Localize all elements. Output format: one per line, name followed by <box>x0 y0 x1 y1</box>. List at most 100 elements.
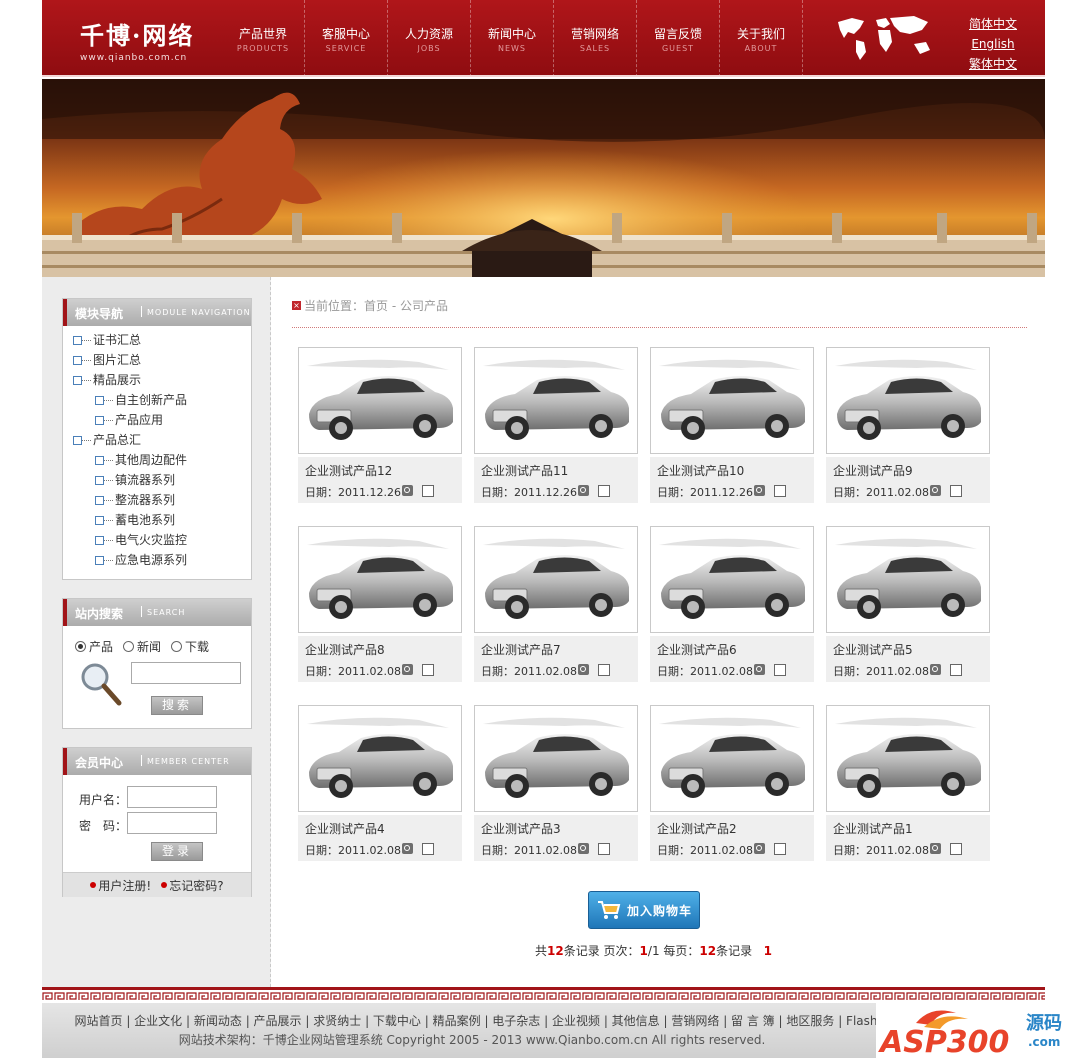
module-nav-item[interactable]: 产品总汇 <box>71 430 251 450</box>
product-image[interactable] <box>826 705 990 812</box>
search-type-radio[interactable]: 产品 <box>75 638 113 655</box>
module-nav-item[interactable]: 应急电源系列 <box>93 550 251 570</box>
zoom-icon[interactable] <box>930 664 941 675</box>
module-nav-item[interactable]: 自主创新产品 <box>93 390 251 410</box>
nav-item-service[interactable]: 客服中心 SERVICE <box>305 0 388 77</box>
register-link[interactable]: 用户注册! <box>90 877 151 894</box>
module-nav-item[interactable]: 精品展示 <box>71 370 251 390</box>
module-nav-item[interactable]: 产品应用 <box>93 410 251 430</box>
module-nav-item[interactable]: 图片汇总 <box>71 350 251 370</box>
product-card[interactable]: 企业测试产品8 日期：2011.02.08 <box>298 526 462 682</box>
search-type-radio[interactable]: 新闻 <box>123 638 161 655</box>
zoom-icon[interactable] <box>578 843 589 854</box>
product-card[interactable]: 企业测试产品6 日期：2011.02.08 <box>650 526 814 682</box>
zoom-icon[interactable] <box>578 664 589 675</box>
product-name[interactable]: 企业测试产品3 <box>481 820 561 837</box>
footer-link[interactable]: 精品案例 <box>433 1014 481 1028</box>
product-name[interactable]: 企业测试产品1 <box>833 820 913 837</box>
pager-page-link[interactable]: 1 <box>764 944 772 958</box>
product-image[interactable] <box>826 526 990 633</box>
product-name[interactable]: 企业测试产品7 <box>481 641 561 658</box>
product-checkbox[interactable] <box>598 485 610 497</box>
product-image[interactable] <box>650 347 814 454</box>
footer-link[interactable]: 产品展示 <box>254 1014 302 1028</box>
product-checkbox[interactable] <box>774 843 786 855</box>
product-image[interactable] <box>474 347 638 454</box>
product-checkbox[interactable] <box>422 485 434 497</box>
footer-link[interactable]: 网站首页 <box>74 1014 122 1028</box>
product-name[interactable]: 企业测试产品8 <box>305 641 385 658</box>
product-image[interactable] <box>298 705 462 812</box>
zoom-icon[interactable] <box>754 664 765 675</box>
module-nav-item[interactable]: 镇流器系列 <box>93 470 251 490</box>
product-image[interactable] <box>298 347 462 454</box>
search-button[interactable]: 搜索 <box>151 696 203 715</box>
product-card[interactable]: 企业测试产品7 日期：2011.02.08 <box>474 526 638 682</box>
product-name[interactable]: 企业测试产品11 <box>481 462 568 479</box>
product-card[interactable]: 企业测试产品3 日期：2011.02.08 <box>474 705 638 861</box>
module-nav-item[interactable]: 整流器系列 <box>93 490 251 510</box>
product-image[interactable] <box>826 347 990 454</box>
zoom-icon[interactable] <box>402 485 413 496</box>
product-card[interactable]: 企业测试产品10 日期：2011.12.26 <box>650 347 814 503</box>
nav-item-sales[interactable]: 营销网络 SALES <box>554 0 637 77</box>
zoom-icon[interactable] <box>930 843 941 854</box>
footer-link[interactable]: 其他信息 <box>612 1014 660 1028</box>
zoom-icon[interactable] <box>402 843 413 854</box>
zoom-icon[interactable] <box>754 485 765 496</box>
language-link[interactable]: 繁体中文 <box>962 54 1024 74</box>
nav-item-news[interactable]: 新闻中心 NEWS <box>471 0 554 77</box>
nav-item-jobs[interactable]: 人力资源 JOBS <box>388 0 471 77</box>
footer-link[interactable]: 新闻动态 <box>194 1014 242 1028</box>
product-name[interactable]: 企业测试产品9 <box>833 462 913 479</box>
product-name[interactable]: 企业测试产品4 <box>305 820 385 837</box>
product-checkbox[interactable] <box>774 485 786 497</box>
product-card[interactable]: 企业测试产品5 日期：2011.02.08 <box>826 526 990 682</box>
footer-link[interactable]: 企业文化 <box>134 1014 182 1028</box>
product-checkbox[interactable] <box>950 485 962 497</box>
product-card[interactable]: 企业测试产品2 日期：2011.02.08 <box>650 705 814 861</box>
language-link[interactable]: 简体中文 <box>962 14 1024 34</box>
module-nav-item[interactable]: 其他周边配件 <box>93 450 251 470</box>
product-card[interactable]: 企业测试产品4 日期：2011.02.08 <box>298 705 462 861</box>
product-card[interactable]: 企业测试产品9 日期：2011.02.08 <box>826 347 990 503</box>
footer-link[interactable]: 留 言 簿 <box>731 1014 775 1028</box>
product-checkbox[interactable] <box>422 664 434 676</box>
footer-link[interactable]: 地区服务 <box>786 1014 834 1028</box>
product-image[interactable] <box>298 526 462 633</box>
zoom-icon[interactable] <box>578 485 589 496</box>
nav-item-guest[interactable]: 留言反馈 GUEST <box>637 0 720 77</box>
add-to-cart-button[interactable]: 加入购物车 <box>588 891 700 929</box>
product-checkbox[interactable] <box>422 843 434 855</box>
username-field[interactable] <box>127 786 217 808</box>
language-link[interactable]: English <box>962 34 1024 54</box>
nav-item-products[interactable]: 产品世界 PRODUCTS <box>222 0 305 77</box>
zoom-icon[interactable] <box>930 485 941 496</box>
product-name[interactable]: 企业测试产品5 <box>833 641 913 658</box>
search-type-radio[interactable]: 下载 <box>171 638 209 655</box>
footer-link[interactable]: 求贤纳士 <box>313 1014 361 1028</box>
search-input[interactable] <box>131 662 241 684</box>
product-checkbox[interactable] <box>598 664 610 676</box>
product-image[interactable] <box>474 526 638 633</box>
product-card[interactable]: 企业测试产品11 日期：2011.12.26 <box>474 347 638 503</box>
product-name[interactable]: 企业测试产品10 <box>657 462 744 479</box>
product-name[interactable]: 企业测试产品12 <box>305 462 392 479</box>
password-field[interactable] <box>127 812 217 834</box>
nav-item-about[interactable]: 关于我们 ABOUT <box>720 0 803 77</box>
product-card[interactable]: 企业测试产品12 日期：2011.12.26 <box>298 347 462 503</box>
zoom-icon[interactable] <box>754 843 765 854</box>
product-checkbox[interactable] <box>950 664 962 676</box>
logo[interactable]: 千博·网络 www.qianbo.com.cn <box>80 16 194 63</box>
product-name[interactable]: 企业测试产品2 <box>657 820 737 837</box>
product-image[interactable] <box>474 705 638 812</box>
footer-link[interactable]: 营销网络 <box>671 1014 719 1028</box>
footer-link[interactable]: 下载中心 <box>373 1014 421 1028</box>
product-image[interactable] <box>650 705 814 812</box>
product-checkbox[interactable] <box>950 843 962 855</box>
footer-link[interactable]: 电子杂志 <box>492 1014 540 1028</box>
product-checkbox[interactable] <box>598 843 610 855</box>
product-card[interactable]: 企业测试产品1 日期：2011.02.08 <box>826 705 990 861</box>
zoom-icon[interactable] <box>402 664 413 675</box>
module-nav-item[interactable]: 蓄电池系列 <box>93 510 251 530</box>
